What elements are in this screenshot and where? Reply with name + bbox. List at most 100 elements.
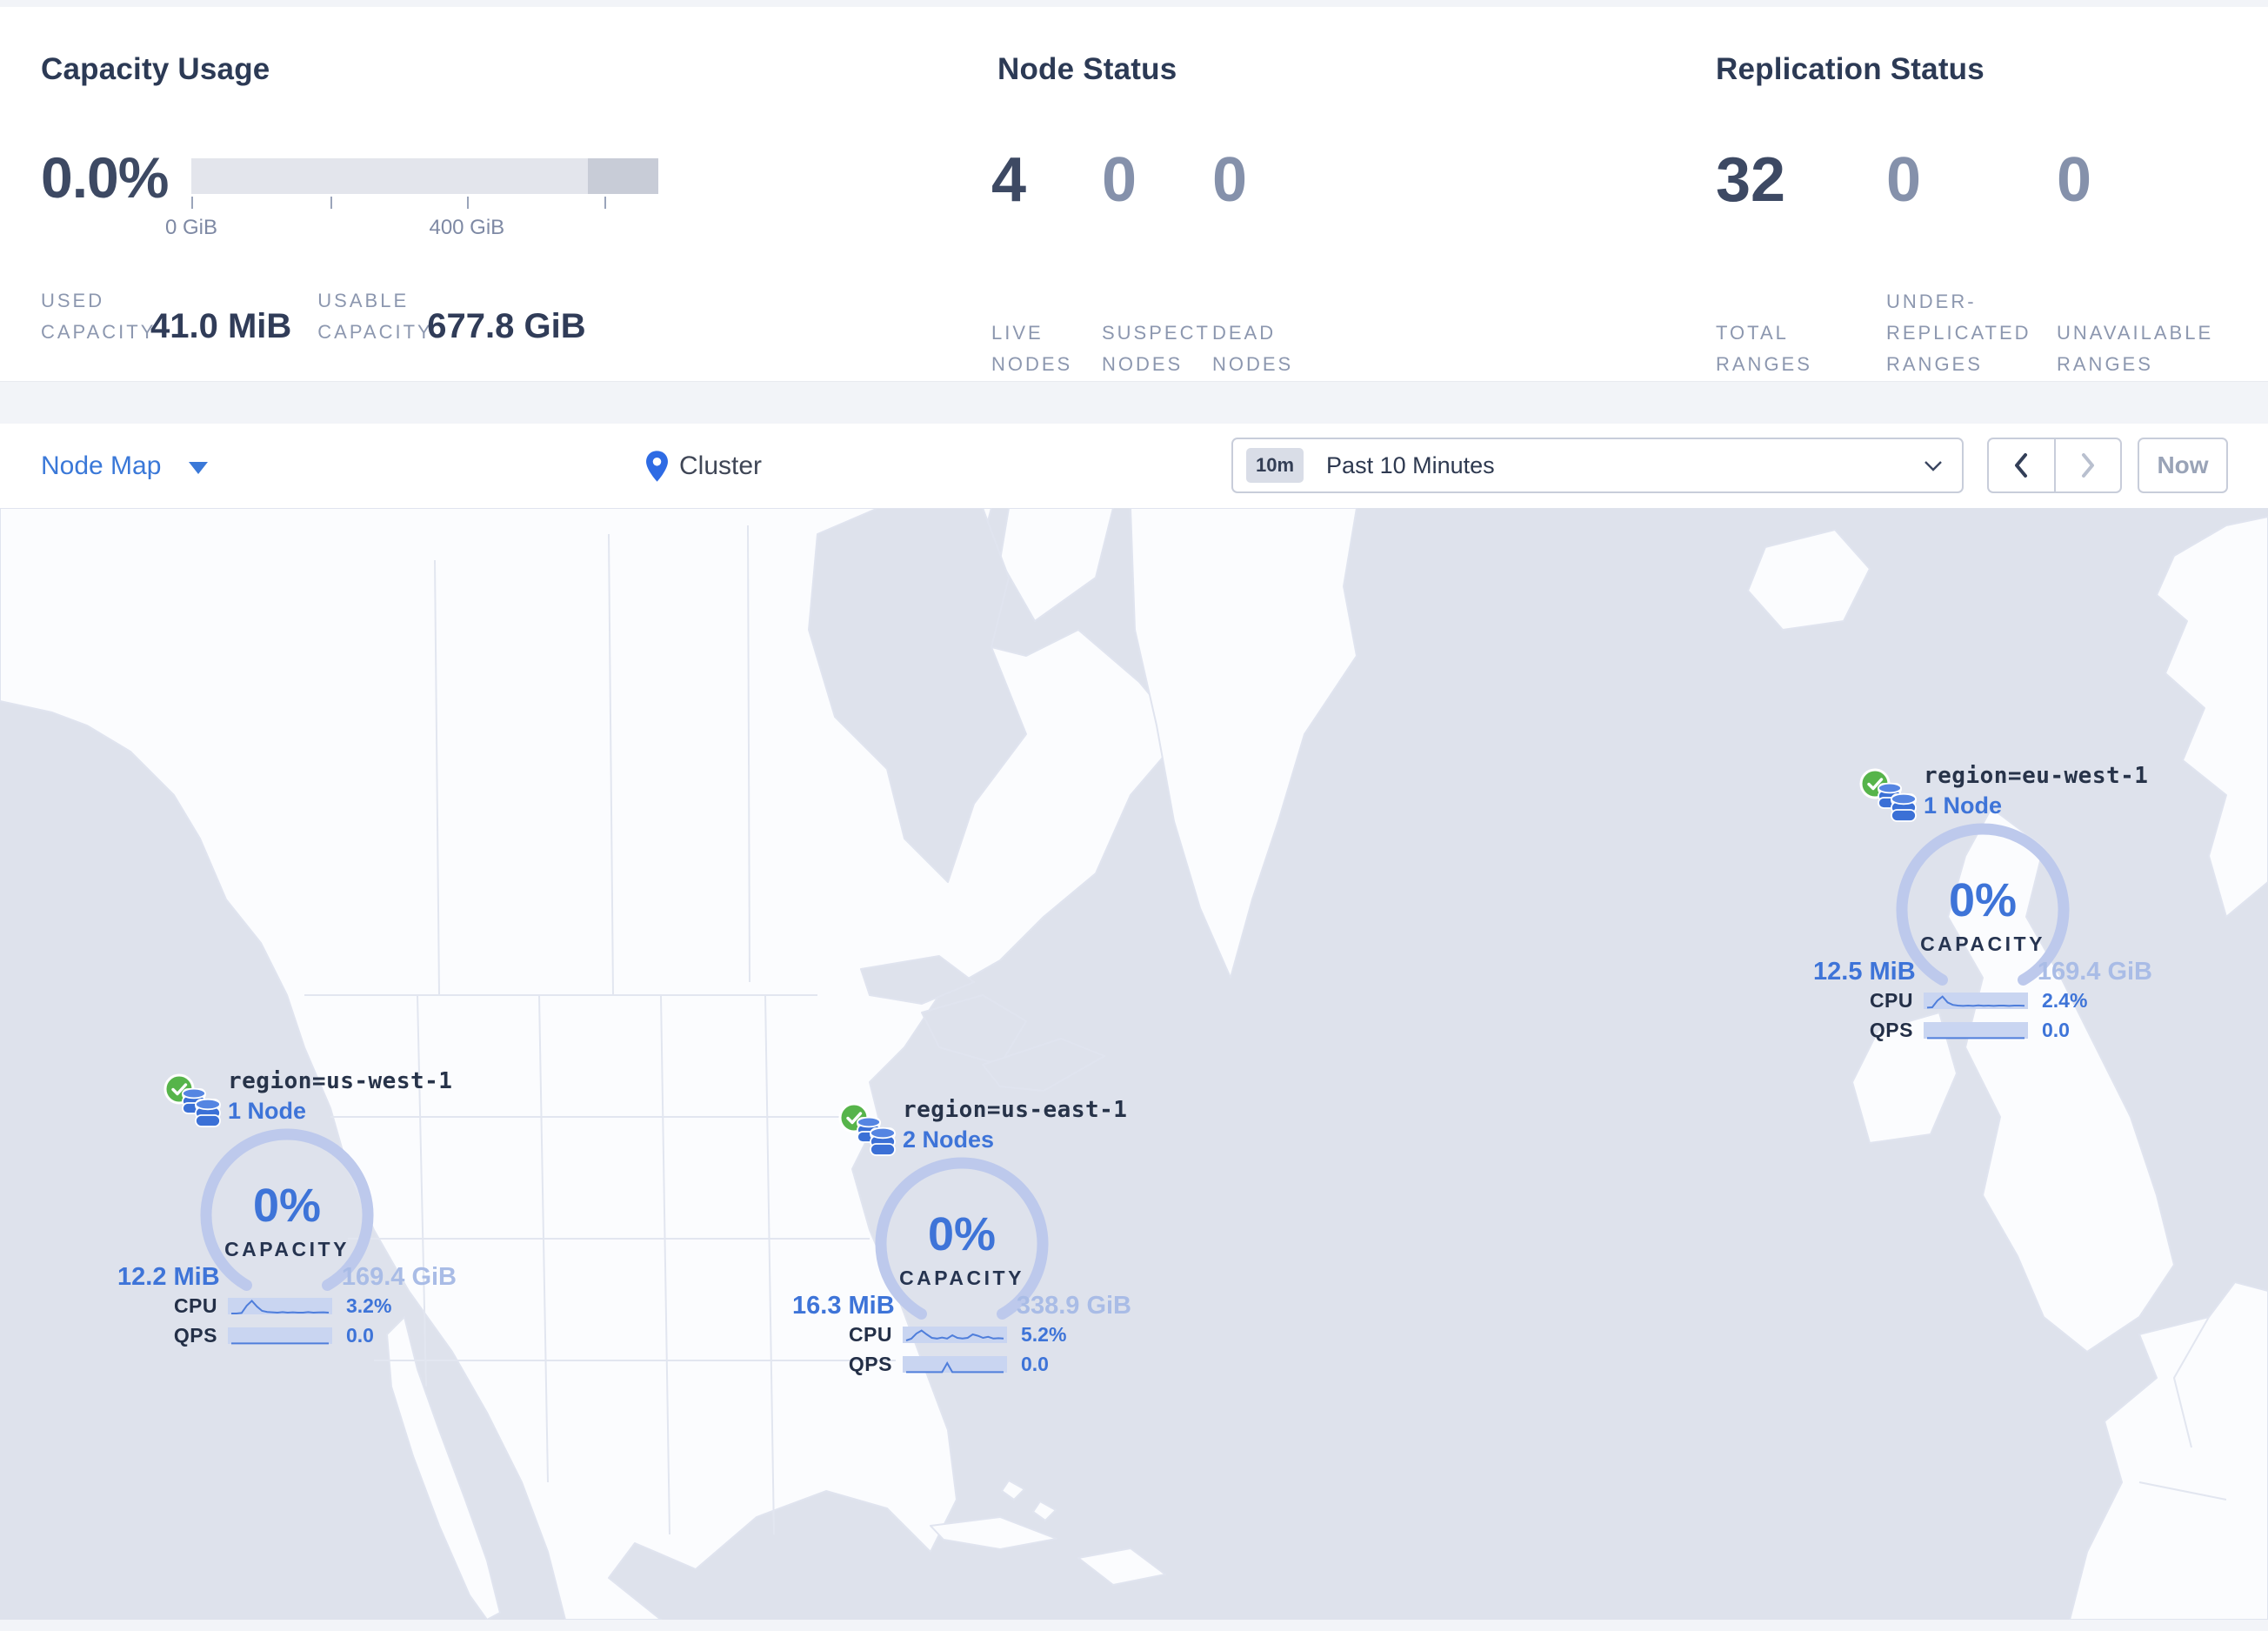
metric-sparkline (1924, 993, 2028, 1009)
gauge-capacity-label: CAPACITY (1920, 932, 2045, 955)
gauge-capacity-label: CAPACITY (899, 1267, 1024, 1289)
total-capacity-value: 169.4 GiB (2037, 958, 2152, 986)
capacity-axis-tick (191, 197, 193, 209)
node-status-stats: 4 LIVE NODES 0 SUSPECT NODES 0 DEAD NODES (991, 144, 1360, 380)
gauge-percent: 0% (1949, 874, 2017, 926)
replication-status-stats: 32 TOTAL RANGES 0 UNDER- REPLICATED RANGES 0 UNA… (1716, 144, 2239, 380)
gauge-percent: 0% (928, 1208, 996, 1260)
node-count-label[interactable]: 2 Nodes (903, 1126, 994, 1153)
node-status-value: 0 (1212, 145, 1248, 215)
now-button[interactable]: Now (2138, 438, 2228, 493)
metric-label: CPU (1869, 988, 1913, 1012)
chevron-down-icon (1924, 460, 1943, 471)
metric-sparkline (228, 1298, 332, 1314)
gauge-percent: 0% (253, 1180, 321, 1232)
capacity-usage-bar (191, 158, 658, 194)
metric-row-qps: QPS 0.0 (1852, 1017, 2070, 1043)
page-background-strip (0, 1620, 2268, 1631)
total-capacity-value: 338.9 GiB (1016, 1292, 1131, 1320)
breadcrumb[interactable]: Cluster (645, 424, 762, 508)
view-selector-label: Node Map (41, 451, 162, 480)
metric-value: 5.2% (1021, 1322, 1067, 1346)
capacity-stat: USABLE CAPACITY 677.8 GiB (317, 285, 585, 348)
metric-label: CPU (848, 1322, 892, 1346)
metric-value: 0.0 (2042, 1018, 2070, 1041)
metric-sparkline (1924, 1022, 2028, 1039)
cluster-summary-panel: Capacity Usage 0.0% 0 GiB 400 GiB USED CAP… (0, 7, 2268, 382)
node-status-label: DEAD NODES (1212, 322, 1294, 375)
capacity-axis-tick (466, 197, 469, 209)
metric-label: QPS (848, 1352, 892, 1375)
node-status-label: SUSPECT NODES (1102, 322, 1211, 375)
map-node-us-east-1[interactable]: region=us-east-1 2 Nodes 0% CAPACITY 16.3 Mi… (753, 1097, 1171, 1389)
capacity-stat-label: USED CAPACITY (41, 290, 157, 343)
capacity-stat-value: 41.0 MiB (150, 307, 292, 345)
replication-status-column: 32 TOTAL RANGES (1716, 144, 1886, 380)
total-capacity-value: 169.4 GiB (341, 1263, 457, 1291)
map-toolbar: Node Map Cluster 10m Past 10 Minutes Now (0, 424, 2268, 509)
capacity-stat-label: USABLE CAPACITY (317, 290, 433, 343)
replication-status-value: 0 (2057, 145, 2092, 215)
region-label: region=eu-west-1 (1924, 763, 2149, 789)
capacity-axis-tick-label: 0 GiB (164, 216, 218, 239)
replication-status-title: Replication Status (1716, 52, 1984, 86)
map-pin-icon (646, 450, 668, 482)
replication-status-label: TOTAL RANGES (1716, 322, 1812, 375)
chevron-right-icon (2081, 453, 2094, 478)
time-step-buttons (1987, 438, 2122, 493)
capacity-bar-axis: 0 GiB 400 GiB (165, 197, 658, 249)
node-status-column: 0 SUSPECT NODES (1102, 144, 1212, 380)
capacity-stat-value: 677.8 GiB (427, 307, 586, 345)
capacity-axis-tick (604, 197, 606, 209)
replication-status-label: UNDER- REPLICATED RANGES (1886, 291, 2031, 375)
metric-value: 0.0 (346, 1323, 374, 1347)
replication-status-value: 0 (1886, 145, 1922, 215)
capacity-bar-reserved-segment (587, 158, 658, 194)
chevron-down-icon (189, 461, 209, 474)
map-node-us-west-1[interactable]: region=us-west-1 1 Node 0% CAPACITY 12.2 MiB… (78, 1068, 496, 1360)
used-capacity-value: 12.5 MiB (1813, 958, 1916, 986)
node-status-column: 4 LIVE NODES (991, 144, 1102, 380)
metric-label: CPU (173, 1293, 217, 1317)
used-capacity-value: 16.3 MiB (792, 1292, 895, 1320)
node-count-label[interactable]: 1 Node (1924, 792, 2002, 819)
capacity-stats: USED CAPACITY 41.0 MiB USABLE CAPACITY 677.8 … (41, 285, 586, 348)
view-selector-dropdown[interactable]: Node Map (41, 424, 209, 508)
time-step-forward-button[interactable] (2056, 439, 2121, 491)
region-label: region=us-east-1 (903, 1097, 1128, 1123)
node-status-column: 0 DEAD NODES (1212, 144, 1360, 380)
metric-value: 0.0 (1021, 1352, 1049, 1375)
metric-row-cpu: CPU 3.2% (157, 1293, 392, 1319)
metric-sparkline (903, 1356, 1007, 1374)
gauge-capacity-label: CAPACITY (224, 1238, 350, 1260)
time-step-back-button[interactable] (1989, 439, 2056, 491)
node-status-label: LIVE NODES (991, 322, 1073, 375)
time-range-label: Past 10 Minutes (1326, 451, 1495, 478)
node-status-value: 4 (991, 145, 1027, 215)
metric-label: QPS (1869, 1018, 1913, 1041)
capacity-axis-tick-label: 400 GiB (429, 216, 505, 239)
metric-sparkline (903, 1327, 1007, 1343)
node-map[interactable]: region=us-west-1 1 Node 0% CAPACITY 12.2 MiB… (0, 508, 2268, 1620)
metric-row-cpu: CPU 5.2% (831, 1321, 1067, 1347)
metric-row-qps: QPS 0.0 (831, 1351, 1049, 1377)
node-status-value: 0 (1102, 145, 1137, 215)
world-map-graphic (0, 508, 2268, 1620)
time-range-badge: 10m (1246, 448, 1304, 483)
replication-status-column: 0 UNAVAILABLE RANGES (2057, 144, 2239, 380)
capacity-stat: USED CAPACITY 41.0 MiB (41, 285, 291, 348)
metric-sparkline (228, 1327, 332, 1345)
metric-row-qps: QPS 0.0 (157, 1322, 374, 1348)
metric-label: QPS (173, 1323, 217, 1347)
time-range-dropdown[interactable]: 10m Past 10 Minutes (1231, 438, 1964, 493)
node-count-label[interactable]: 1 Node (228, 1098, 306, 1125)
node-status-title: Node Status (997, 52, 1177, 86)
map-node-eu-west-1[interactable]: region=eu-west-1 1 Node 0% CAPACITY 12.5 MiB… (1774, 763, 2191, 1055)
metric-value: 3.2% (346, 1293, 392, 1317)
replication-status-value: 32 (1716, 145, 1786, 215)
capacity-usage-percent: 0.0% (41, 145, 169, 210)
used-capacity-value: 12.2 MiB (117, 1263, 220, 1291)
capacity-usage-title: Capacity Usage (41, 52, 270, 86)
breadcrumb-label: Cluster (679, 451, 763, 480)
metric-row-cpu: CPU 2.4% (1852, 987, 2088, 1013)
